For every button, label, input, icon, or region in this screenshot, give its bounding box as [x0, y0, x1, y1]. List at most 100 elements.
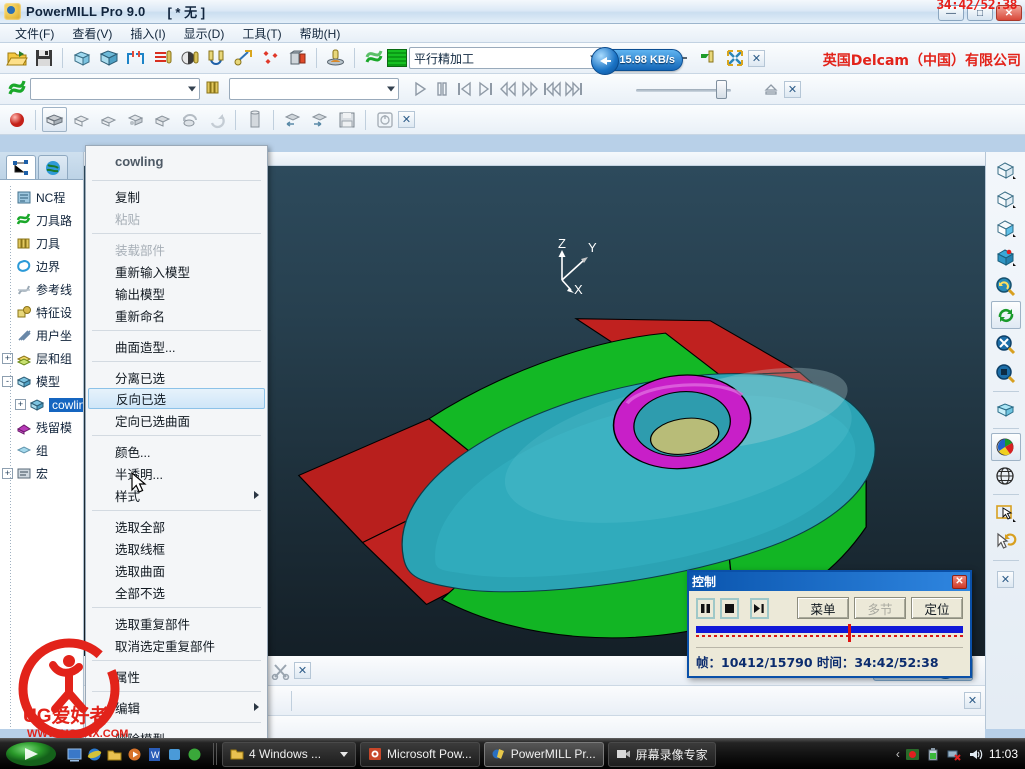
- menu-item-deselect-all[interactable]: 全部不选: [86, 581, 267, 603]
- show-desktop-icon[interactable]: [66, 746, 83, 763]
- refresh-view-icon[interactable]: [990, 301, 1021, 329]
- fast-forward-button[interactable]: [519, 78, 541, 100]
- close-viewmill-toolbar-button[interactable]: ✕: [398, 111, 415, 128]
- feeds-speeds-icon[interactable]: [204, 46, 229, 71]
- menu-item-color[interactable]: 颜色...: [86, 440, 267, 462]
- close-measure-toolbar-button[interactable]: ✕: [294, 662, 311, 679]
- tree-item-tool[interactable]: 刀具: [2, 232, 83, 255]
- tree-item-feature[interactable]: 特征设: [2, 301, 83, 324]
- block-material-icon[interactable]: [242, 107, 267, 132]
- taskbar-clock[interactable]: 11:03: [989, 747, 1018, 761]
- menu-item-properties[interactable]: 属性: [86, 665, 267, 687]
- seek-bar[interactable]: [696, 624, 963, 642]
- step-back-button[interactable]: [453, 78, 475, 100]
- strategy-combo[interactable]: 平行精加工: [409, 47, 602, 69]
- zoom-box-icon[interactable]: [991, 359, 1021, 387]
- menu-item-style[interactable]: 样式: [86, 484, 267, 506]
- tree-expander[interactable]: +: [2, 353, 13, 364]
- rainbow-shading-icon[interactable]: [96, 107, 121, 132]
- menu-item-select-wireframe[interactable]: 选取线框: [86, 537, 267, 559]
- tree-item-cowling[interactable]: + cowling: [2, 393, 83, 416]
- ie-browser-icon[interactable]: [86, 746, 103, 763]
- iso1-view-icon[interactable]: [991, 156, 1021, 184]
- menu-item-reverse-selected[interactable]: 反向已选: [88, 388, 265, 409]
- menu-item-view[interactable]: 查看(V): [63, 24, 121, 43]
- menu-item-edit[interactable]: 编辑: [86, 696, 267, 718]
- tree-item-boundary[interactable]: 边界: [2, 255, 83, 278]
- select-box-icon[interactable]: [991, 499, 1021, 527]
- eject-icon[interactable]: [758, 77, 783, 102]
- taskbar-item-windows-group[interactable]: 4 Windows ...: [222, 741, 357, 767]
- model-icon[interactable]: [96, 46, 121, 71]
- taskbar-item-powermill[interactable]: PowerMILL Pr...: [483, 741, 604, 767]
- info-icon[interactable]: [372, 107, 397, 132]
- stock-model-icon[interactable]: [285, 46, 310, 71]
- close-tool-entry-toolbar-button[interactable]: ✕: [964, 692, 981, 709]
- wireframe-globe-icon[interactable]: [991, 462, 1021, 490]
- word-icon[interactable]: W: [146, 746, 163, 763]
- to-start-button[interactable]: [541, 78, 563, 100]
- menu-button[interactable]: 菜单: [797, 597, 849, 619]
- menu-item-copy[interactable]: 复制: [86, 185, 267, 207]
- color-shaded-icon[interactable]: [990, 433, 1021, 461]
- menu-item-reimport-model[interactable]: 重新输入模型: [86, 260, 267, 282]
- tree-item-toolpath[interactable]: 刀具路: [2, 209, 83, 232]
- menu-item-help[interactable]: 帮助(H): [291, 24, 350, 43]
- toolpath-list-icon[interactable]: [361, 46, 386, 71]
- viewmill-toggle-icon[interactable]: [4, 107, 29, 132]
- save-project-icon[interactable]: [31, 46, 56, 71]
- no-shading-icon[interactable]: [69, 107, 94, 132]
- toolpath-combo[interactable]: [30, 78, 200, 100]
- save-image-right-icon[interactable]: [307, 107, 332, 132]
- stop-button[interactable]: [719, 597, 739, 619]
- shaded-view-icon[interactable]: [991, 396, 1021, 424]
- menu-item-select-surfaces[interactable]: 选取曲面: [86, 559, 267, 581]
- toolpath-strategy-icon[interactable]: [150, 46, 175, 71]
- save-view-icon[interactable]: [334, 107, 359, 132]
- tree-item-macro[interactable]: + 宏: [2, 462, 83, 485]
- simulate-icon[interactable]: [323, 46, 348, 71]
- green-app-icon[interactable]: [186, 746, 203, 763]
- app-icon[interactable]: [166, 746, 183, 763]
- flat-shading-icon[interactable]: [123, 107, 148, 132]
- menu-item-export-model[interactable]: 输出模型: [86, 282, 267, 304]
- menu-item-surface-modeling[interactable]: 曲面造型...: [86, 335, 267, 357]
- close-toolbar-button[interactable]: ✕: [748, 49, 765, 67]
- start-button[interactable]: [2, 740, 60, 769]
- scissors-icon[interactable]: [268, 658, 293, 683]
- menu-item-file[interactable]: 文件(F): [6, 24, 63, 43]
- menu-item-display[interactable]: 显示(D): [175, 24, 234, 43]
- simulation-speed-slider[interactable]: [636, 79, 731, 99]
- insert-tool-icon[interactable]: [695, 46, 720, 71]
- tool-combo[interactable]: [229, 78, 399, 100]
- tree-item-group[interactable]: 组: [2, 439, 83, 462]
- show-hidden-icon[interactable]: ‹: [896, 747, 900, 761]
- step-forward-button[interactable]: [475, 78, 497, 100]
- folder-icon[interactable]: [106, 746, 123, 763]
- open-project-icon[interactable]: [4, 46, 29, 71]
- menu-item-deselect-duplicates[interactable]: 取消选定重复部件: [86, 634, 267, 656]
- tree-item-pattern[interactable]: 参考线: [2, 278, 83, 301]
- menu-item-rename[interactable]: 重新命名: [86, 304, 267, 326]
- zoom-fit-icon[interactable]: [991, 330, 1021, 358]
- battery-icon[interactable]: [926, 746, 942, 762]
- boundary-icon[interactable]: [123, 46, 148, 71]
- volume-icon[interactable]: [968, 746, 984, 762]
- menu-item-transparency[interactable]: 半透明...: [86, 462, 267, 484]
- network-disconnected-icon[interactable]: [947, 746, 963, 762]
- world-tab[interactable]: [38, 155, 68, 179]
- menu-item-separate-selected[interactable]: 分离已选: [86, 366, 267, 388]
- block-icon[interactable]: [69, 46, 94, 71]
- tool-icon[interactable]: [177, 46, 202, 71]
- taskbar-item-recorder[interactable]: 屏幕录像专家: [607, 741, 716, 767]
- slider-knob[interactable]: [716, 80, 727, 99]
- seek-bar-playhead[interactable]: [848, 624, 852, 642]
- recording-icon[interactable]: [905, 746, 921, 762]
- tree-item-models[interactable]: - 模型: [2, 370, 83, 393]
- shaded-view-icon[interactable]: [42, 107, 67, 132]
- tree-item-stock-model[interactable]: 残留模: [2, 416, 83, 439]
- zoom-previous-icon[interactable]: [991, 272, 1021, 300]
- tree-item-levels[interactable]: + 层和组: [2, 347, 83, 370]
- pause-button[interactable]: [431, 78, 453, 100]
- taskbar-item-powerpoint[interactable]: Microsoft Pow...: [360, 741, 480, 767]
